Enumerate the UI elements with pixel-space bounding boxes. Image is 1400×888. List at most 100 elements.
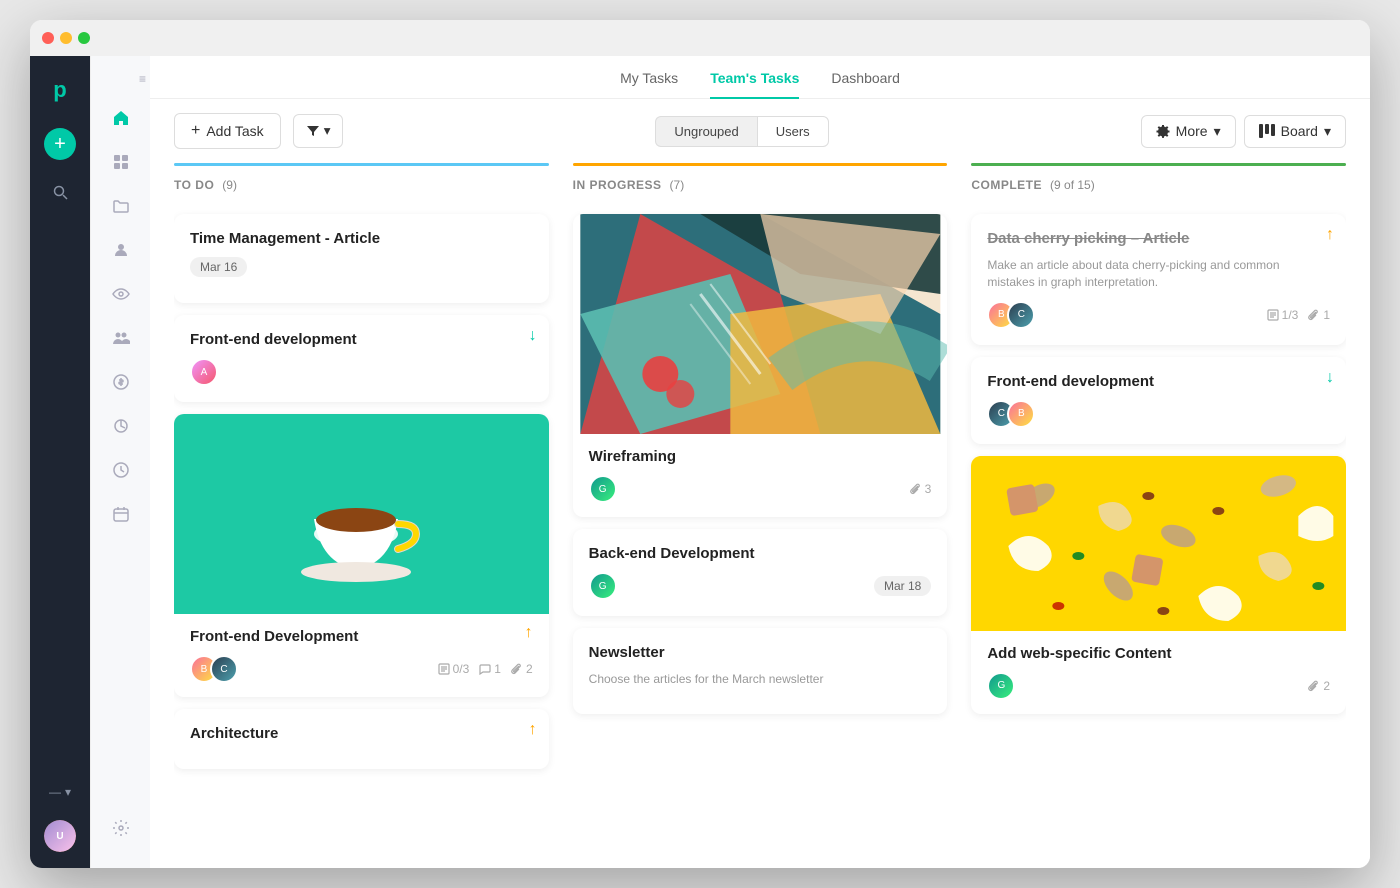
logo-icon: p (53, 77, 66, 103)
task-avatars: B C (987, 301, 1035, 329)
grouping-buttons: Ungrouped Users (355, 116, 1128, 147)
task-card-time-management[interactable]: Time Management - Article Mar 16 (174, 214, 549, 303)
card-content: Wireframing G 3 (573, 434, 948, 517)
attachments-count: 3 (910, 482, 932, 496)
task-avatars: C B (987, 400, 1035, 428)
ungrouped-button[interactable]: Ungrouped (655, 116, 756, 147)
plus-icon: + (191, 122, 200, 140)
task-title: Front-end Development (190, 628, 533, 645)
task-title: Wireframing (589, 448, 932, 465)
priority-down-icon: ↓ (1326, 369, 1334, 387)
more-button[interactable]: More ▾ (1141, 115, 1236, 148)
subtasks-count: 0/3 (438, 662, 470, 676)
col-todo-bar (174, 163, 549, 166)
sidebar-logo: p (42, 72, 78, 108)
sidebar-item-settings[interactable] (101, 808, 141, 848)
chevron-down-icon: ▾ (1214, 123, 1221, 140)
board-view-button[interactable]: Board ▾ (1244, 115, 1346, 148)
avatar: G (987, 672, 1015, 700)
col-todo-title: TO DO (174, 178, 214, 192)
task-card-wireframing[interactable]: Wireframing G 3 (573, 214, 948, 517)
create-button[interactable]: + (44, 128, 76, 160)
sidebar-item-home[interactable] (101, 98, 141, 138)
sidebar-item-user[interactable] (101, 230, 141, 270)
sidebar-item-board[interactable] (101, 142, 141, 182)
col-inprogress-bar (573, 163, 948, 166)
task-avatars: G (987, 672, 1015, 700)
task-avatars: B C (190, 655, 238, 683)
users-button[interactable]: Users (757, 116, 829, 147)
task-card-frontend-dev-2[interactable]: ↑ Front-end Development B C (174, 414, 549, 697)
chevron-down-icon: ▾ (324, 123, 331, 139)
task-title: Back-end Development (589, 545, 932, 562)
add-task-button[interactable]: + Add Task (174, 113, 281, 149)
priority-up-icon: ↑ (525, 624, 533, 642)
close-button[interactable] (42, 32, 54, 44)
task-avatars: G (589, 572, 617, 600)
tab-my-tasks[interactable]: My Tasks (620, 70, 678, 98)
chevron-down-icon: ▾ (1324, 123, 1331, 140)
avatar: B (1007, 400, 1035, 428)
maximize-button[interactable] (78, 32, 90, 44)
task-avatars: A (190, 358, 218, 386)
col-complete-count: (9 of 15) (1050, 178, 1095, 192)
priority-up-icon: ↑ (1326, 226, 1334, 244)
task-card-newsletter[interactable]: Newsletter Choose the articles for the M… (573, 628, 948, 714)
attachments-count: 2 (1308, 679, 1330, 693)
col-complete-header: COMPLETE (9 of 15) (971, 178, 1346, 202)
avatar: G (589, 475, 617, 503)
minimize-button[interactable] (60, 32, 72, 44)
avatar: C (1007, 301, 1035, 329)
filter-button[interactable]: ▾ (293, 114, 344, 148)
task-footer: C B (987, 400, 1330, 428)
sidebar-item-calendar[interactable] (101, 494, 141, 534)
task-title: Add web-specific Content (987, 645, 1330, 662)
sidebar-item-chart[interactable] (101, 406, 141, 446)
task-card-web-content[interactable]: Add web-specific Content G 2 (971, 456, 1346, 714)
sidebar-item-clock[interactable] (101, 450, 141, 490)
task-meta: 3 (910, 482, 932, 496)
task-title: Time Management - Article (190, 230, 533, 247)
sidebar-nav: + (40, 128, 80, 764)
sidebar-collapse[interactable]: — ▾ (40, 772, 80, 812)
avatar: A (190, 358, 218, 386)
sidebar-toggle-icon[interactable]: ≡ (139, 72, 146, 86)
chevron-down-icon: ▾ (65, 785, 71, 799)
gear-icon (1156, 124, 1170, 138)
sidebar-item-dollar[interactable] (101, 362, 141, 402)
task-card-frontend-dev[interactable]: ↓ Front-end development A (174, 315, 549, 402)
task-footer: G 3 (589, 475, 932, 503)
task-tag: Mar 16 (190, 257, 247, 277)
col-inprogress-title: IN PROGRESS (573, 178, 662, 192)
task-desc: Make an article about data cherry-pickin… (987, 257, 1330, 291)
subtasks-count: 1/3 (1267, 308, 1299, 322)
col-complete-bar (971, 163, 1346, 166)
col-inprogress-header: IN PROGRESS (7) (573, 178, 948, 202)
task-desc: Choose the articles for the March newsle… (589, 671, 932, 688)
column-todo: TO DO (9) Time Management - Article Mar … (174, 163, 561, 852)
col-todo-header: TO DO (9) (174, 178, 549, 202)
task-card-backend-dev[interactable]: Back-end Development G Mar 18 (573, 529, 948, 616)
attachments-count: 2 (511, 662, 533, 676)
sidebar-item-folder[interactable] (101, 186, 141, 226)
col-inprogress-count: (7) (670, 178, 685, 192)
app-window: p + — ▾ U (30, 20, 1370, 868)
sidebar-left: p + — ▾ U (30, 56, 90, 868)
board-icon (1259, 124, 1275, 138)
col-todo-count: (9) (222, 178, 237, 192)
task-footer: A (190, 358, 533, 386)
task-title: Front-end development (987, 373, 1330, 390)
sidebar-item-eye[interactable] (101, 274, 141, 314)
task-card-architecture[interactable]: ↑ Architecture (174, 709, 549, 769)
user-avatar[interactable]: U (44, 820, 76, 852)
avatar: C (210, 655, 238, 683)
traffic-lights (42, 32, 90, 44)
tab-dashboard[interactable]: Dashboard (831, 70, 900, 98)
tab-teams-tasks[interactable]: Team's Tasks (710, 70, 799, 98)
sidebar-item-users[interactable] (101, 318, 141, 358)
task-card-frontend-complete[interactable]: ↓ Front-end development C B (971, 357, 1346, 444)
search-icon[interactable] (40, 172, 80, 212)
comments-count: 1 (479, 662, 501, 676)
task-card-cherry-picking[interactable]: ↑ Data cherry picking – Article Make an … (971, 214, 1346, 345)
attachments-count: 1 (1308, 308, 1330, 322)
